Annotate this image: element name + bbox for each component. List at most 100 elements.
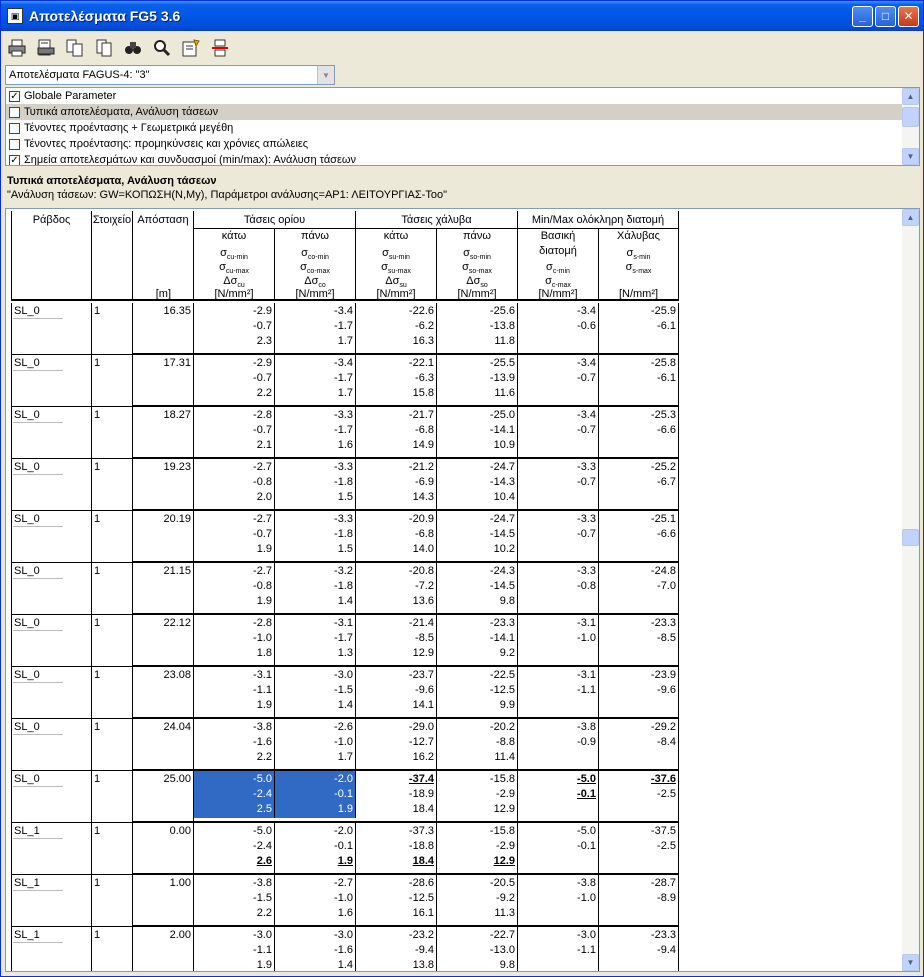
cell-value: 1: [94, 565, 101, 577]
cell-value: 2.0: [256, 491, 272, 503]
cell-value: 1: [94, 825, 101, 837]
checkbox[interactable]: ✓: [9, 154, 20, 165]
cell-value: -1.1: [577, 684, 596, 696]
cell-value: -37.3: [408, 825, 434, 837]
table-row[interactable]: SL_0 1 25.00 -5.0 -2.4 2.5 -2.0 -0.1 1.9 -37.4 -18…: [11, 771, 679, 823]
print-preview-icon[interactable]: [34, 36, 58, 60]
cell-m2: -29.2 -8.4: [599, 719, 679, 771]
cell-value: -1.0: [334, 736, 353, 748]
page-break-icon[interactable]: [208, 36, 232, 60]
table-row[interactable]: SL_0 1 21.15 -2.7 -0.8 1.9 -3.2 -1.8 1.4 -20.8 -7.…: [11, 563, 679, 615]
cell-value: -1.0: [577, 632, 596, 644]
scroll-up-icon[interactable]: ▲: [902, 88, 919, 105]
cell-value: 1: [94, 877, 101, 889]
cell-value: -1.8: [334, 476, 353, 488]
checkbox[interactable]: [9, 106, 20, 118]
print-icon[interactable]: [5, 36, 29, 60]
cell-value: 1.9: [256, 595, 272, 607]
find-icon[interactable]: [121, 36, 145, 60]
cell-value: -6.6: [657, 424, 676, 436]
table-row[interactable]: SL_0 1 23.08 -3.1 -1.1 1.9 -3.0 -1.5 1.4 -23.7 -9.…: [11, 667, 679, 719]
checklist-item-tendons-geometry[interactable]: Τένοντες προέντασης + Γεωμετρικά μεγέθη: [6, 120, 919, 136]
table-row[interactable]: SL_0 1 24.04 -3.8 -1.6 2.2 -2.6 -1.0 1.7 -29.0 -12…: [11, 719, 679, 771]
checklist-item-globale-parameter[interactable]: ✓ Globale Parameter: [6, 88, 919, 104]
cell-value: 1: [94, 773, 101, 785]
table-row[interactable]: SL_0 1 16.35 -2.9 -0.7 2.3 -3.4 -1.7 1.7 -22.6 -6.…: [11, 303, 679, 355]
scroll-thumb[interactable]: [902, 529, 919, 546]
scroll-up-icon[interactable]: ▲: [902, 209, 919, 226]
checklist-item-typical-results[interactable]: Τυπικά αποτελέσματα, Ανάλυση τάσεων: [6, 104, 919, 120]
cell-value: 11.4: [494, 751, 515, 763]
cell-bar: SL_0: [11, 355, 92, 407]
close-button[interactable]: ✕: [898, 6, 919, 27]
maximize-button[interactable]: □: [875, 6, 896, 27]
cell-value: 16.2: [412, 751, 434, 763]
cell-value: -15.8: [489, 773, 515, 785]
results-select[interactable]: Αποτελέσματα FAGUS-4: "3" ▼: [5, 65, 335, 85]
cell-value: -1.6: [253, 736, 272, 748]
scroll-thumb[interactable]: [902, 107, 919, 127]
cell-value: -21.2: [408, 461, 434, 473]
cell-value: -6.3: [415, 372, 434, 384]
table-row[interactable]: SL_1 1 0.00 -5.0 -2.4 2.6 -2.0 -0.1 1.9 -37.3 -18.…: [11, 823, 679, 875]
cell-value: -8.5: [657, 632, 676, 644]
cell-value: -2.5: [657, 788, 676, 800]
checkbox[interactable]: [9, 122, 20, 134]
app-window: ▣ Αποτελέσματα FG5 3.6 _ □ ✕ Αποτελέσματ…: [0, 0, 924, 977]
cell-value: -22.5: [489, 669, 515, 681]
cell-value: -9.2: [496, 892, 515, 904]
cell-value: -1.0: [334, 892, 353, 904]
cell-value: -3.3: [334, 409, 353, 421]
cell-value: -0.6: [577, 320, 596, 332]
table-row[interactable]: SL_0 1 20.19 -2.7 -0.7 1.9 -3.3 -1.8 1.5 -20.9 -6.…: [11, 511, 679, 563]
checkbox[interactable]: ✓: [9, 90, 20, 102]
properties-icon[interactable]: [179, 36, 203, 60]
title-bar[interactable]: ▣ Αποτελέσματα FG5 3.6 _ □ ✕: [1, 1, 923, 31]
app-icon[interactable]: ▣: [7, 8, 23, 24]
cell-value: -1.7: [334, 632, 353, 644]
cell-x: 20.19: [133, 511, 194, 563]
cell-value: -2.7: [253, 461, 272, 473]
scroll-down-icon[interactable]: ▼: [902, 954, 919, 971]
header-label: Στοιχείο: [92, 214, 132, 226]
paste-icon[interactable]: [92, 36, 116, 60]
cell-s1: -28.6 -12.5 16.1: [356, 875, 437, 927]
copy-icon[interactable]: [63, 36, 87, 60]
checklist-item-result-points[interactable]: ✓ Σημεία αποτελεσμάτων και συνδυασμοί (m…: [6, 152, 919, 165]
cell-value: -6.1: [657, 320, 676, 332]
cell-el: 1: [92, 823, 133, 875]
cell-value: -3.0: [334, 929, 353, 941]
table-row[interactable]: SL_1 1 2.00 -3.0 -1.1 1.9 -3.0 -1.6 1.4 -23.2 -9.4…: [11, 927, 679, 971]
report-subtitle: "Ανάλυση τάσεων: GW=ΚΟΠΩΣΗ(N,My), Παράμε…: [7, 189, 447, 201]
checklist-scrollbar[interactable]: ▲ ▼: [902, 88, 919, 165]
cell-value: 1: [94, 929, 101, 941]
table-row[interactable]: SL_0 1 17.31 -2.9 -0.7 2.2 -3.4 -1.7 1.7 -22.1 -6.…: [11, 355, 679, 407]
chevron-down-icon[interactable]: ▼: [317, 66, 334, 84]
cell-value: -2.9: [253, 305, 272, 317]
checkbox[interactable]: [9, 138, 20, 150]
zoom-icon[interactable]: [150, 36, 174, 60]
bar-underline: [13, 526, 63, 527]
checklist-item-tendons-losses[interactable]: Τένοντες προέντασης: προμηκύνσεις και χρ…: [6, 136, 919, 152]
cell-m1: -3.3 -0.7: [518, 459, 599, 511]
cell-s2: -24.3 -14.5 9.8: [437, 563, 518, 615]
table-row[interactable]: SL_0 1 19.23 -2.7 -0.8 2.0 -3.3 -1.8 1.5 -21.2 -6.…: [11, 459, 679, 511]
report-scrollbar[interactable]: ▲ ▼: [902, 209, 919, 971]
cell-value: -28.6: [408, 877, 434, 889]
cell-value: -1.8: [334, 580, 353, 592]
cell-value: -2.7: [334, 877, 353, 889]
table-row[interactable]: SL_0 1 18.27 -2.8 -0.7 2.1 -3.3 -1.7 1.6 -21.7 -6.…: [11, 407, 679, 459]
cell-value: -2.0: [334, 825, 353, 837]
cell-s1: -22.6 -6.2 16.3: [356, 303, 437, 355]
scroll-down-icon[interactable]: ▼: [902, 148, 919, 165]
cell-value: -24.7: [489, 513, 515, 525]
table-row[interactable]: SL_1 1 1.00 -3.8 -1.5 2.2 -2.7 -1.0 1.6 -28.6 -12.…: [11, 875, 679, 927]
checklist-item-label: Τένοντες προέντασης: προμηκύνσεις και χρ…: [24, 138, 309, 150]
cell-value: -3.1: [334, 617, 353, 629]
header-m1: Βασική διατομή σc-min σc-max [N/mm²]: [518, 229, 599, 301]
report-view[interactable]: Ράβδος Στοιχείο Απόσταση [m] Τάσεις ορίο…: [5, 208, 920, 972]
cell-value: -12.5: [408, 892, 434, 904]
minimize-button[interactable]: _: [852, 6, 873, 27]
table-row[interactable]: SL_0 1 22.12 -2.8 -1.0 1.8 -3.1 -1.7 1.3 -21.4 -8.…: [11, 615, 679, 667]
cell-value: -3.1: [253, 669, 272, 681]
